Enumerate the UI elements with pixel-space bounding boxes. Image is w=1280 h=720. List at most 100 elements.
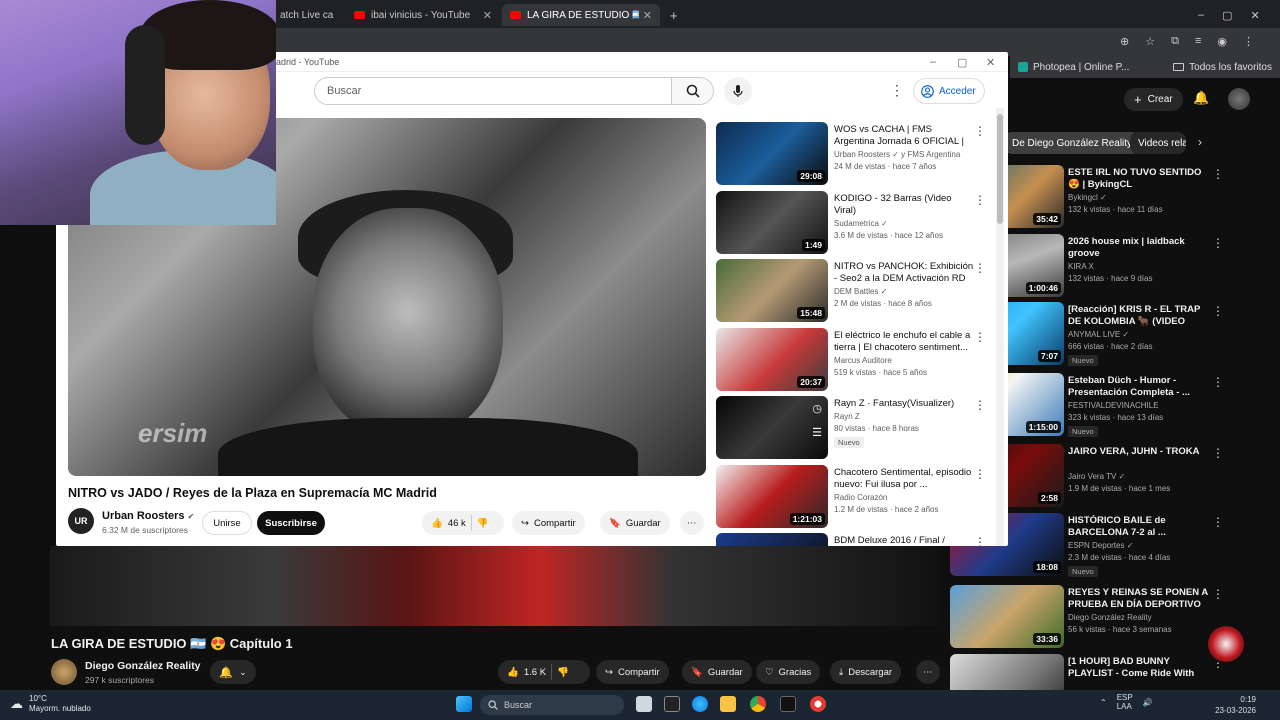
chevron-right-icon[interactable]: › [1198, 135, 1202, 149]
search-button[interactable] [672, 77, 714, 105]
task-view-icon[interactable] [636, 696, 652, 712]
more-options-icon[interactable]: ⋮ [1212, 587, 1224, 601]
more-actions-button[interactable]: ⋯ [680, 511, 704, 535]
share-button[interactable]: ↪ Compartir [512, 511, 585, 535]
file-explorer-icon[interactable] [720, 696, 736, 712]
new-badge: Nuevo [1068, 355, 1098, 366]
duration-badge: 1:15:00 [1025, 421, 1061, 433]
watch-later-icon[interactable]: ◷ [812, 402, 822, 415]
like-button[interactable]: 👍 1.6 K [507, 667, 546, 678]
more-options-icon[interactable]: ⋮ [974, 535, 986, 546]
sidebar-video[interactable]: 33:36 REYES Y REINAS SE PONEN A PRUEBA E… [950, 585, 1230, 649]
more-options-icon[interactable]: ⋮ [1212, 375, 1224, 389]
more-actions-button[interactable]: ⋯ [916, 660, 940, 684]
sidebar-video[interactable]: [1 HOUR] BAD BUNNY PLAYLIST - Come Ride … [950, 654, 1230, 690]
obs-icon[interactable] [810, 696, 826, 712]
browser-tab-1[interactable]: atch Live ca [272, 4, 346, 26]
app-icon[interactable] [664, 696, 680, 712]
recommended-video[interactable]: 1:21:03 Chacotero Sentimental, episodio … [716, 465, 986, 529]
main-video-player[interactable] [50, 546, 940, 626]
chevron-up-icon[interactable]: ⌃ [1100, 698, 1107, 707]
more-options-icon[interactable]: ⋮ [974, 261, 986, 275]
browser-tab-2[interactable]: ibai vinicius - YouTube ✕ [346, 4, 500, 26]
recommended-video[interactable]: 1:49 KODIGO - 32 Barras (Video Viral) Su… [716, 191, 986, 255]
weather-condition: Mayorm. nublado [29, 704, 91, 713]
add-to-queue-icon[interactable]: ☰ [812, 426, 822, 439]
recommended-video[interactable]: 20:37 El eléctrico le enchufo el cable a… [716, 328, 986, 392]
recommended-video[interactable]: BDM Deluxe 2016 / Final / ⋮ [716, 533, 986, 546]
channel-avatar[interactable]: UR [68, 508, 94, 534]
edge-icon[interactable] [692, 696, 708, 712]
more-options-icon[interactable]: ⋮ [974, 467, 986, 481]
close-tab-icon[interactable]: ✕ [643, 9, 652, 22]
more-options-icon[interactable]: ⋮ [1212, 446, 1224, 460]
subscribed-notifications-button[interactable]: 🔔 ⌄ [210, 660, 256, 684]
more-options-icon[interactable]: ⋮ [1212, 515, 1224, 529]
sign-in-button[interactable]: Acceder [913, 78, 985, 104]
share-button[interactable]: ↪ Compartir [596, 660, 669, 684]
main-channel-name[interactable]: Diego González Reality [85, 660, 201, 672]
all-bookmarks[interactable]: Todos los favoritos [1173, 62, 1272, 73]
more-options-icon[interactable]: ⋮ [1212, 304, 1224, 318]
language-indicator[interactable]: ESP LAA [1117, 693, 1133, 711]
more-options-icon[interactable]: ⋮ [974, 398, 986, 412]
save-button[interactable]: 🔖 Guardar [682, 660, 752, 684]
capcut-icon[interactable] [780, 696, 796, 712]
profile-icon[interactable]: ◉ [1217, 35, 1227, 48]
recommended-video[interactable]: ◷ ☰ Rayn Z · Fantasy(Visualizer) Rayn Z … [716, 396, 986, 460]
browser-menu-icon[interactable]: ⋮ [1243, 35, 1254, 48]
taskbar-search[interactable]: Buscar [480, 695, 624, 715]
bookmark-star-icon[interactable]: ☆ [1145, 35, 1155, 48]
chrome-icon[interactable] [750, 696, 766, 712]
more-options-icon[interactable]: ⋮ [974, 193, 986, 207]
close-tab-icon[interactable]: ✕ [483, 9, 492, 22]
volume-icon[interactable]: 🔊 [1143, 698, 1153, 707]
install-icon[interactable]: ⊕ [1120, 35, 1129, 48]
notifications-bell-icon[interactable]: 🔔 [1193, 90, 1209, 106]
settings-kebab-icon[interactable]: ⋮ [890, 82, 904, 99]
popup-close-icon[interactable]: ✕ [986, 56, 995, 69]
close-window-icon[interactable]: ✕ [1251, 9, 1260, 22]
search-input[interactable]: Buscar [314, 77, 672, 105]
video-title: NITRO vs PANCHOK: Exhibición - Seo2 a la… [834, 261, 974, 284]
like-button[interactable]: 👍 46 k [431, 518, 466, 529]
create-button[interactable]: + Crear [1124, 88, 1183, 111]
join-button[interactable]: Unirse [202, 511, 252, 535]
recommended-video[interactable]: 15:48 NITRO vs PANCHOK: Exhibición - Seo… [716, 259, 986, 323]
popup-minimize-icon[interactable]: – [930, 56, 936, 68]
chip-label: Videos rela [1138, 137, 1186, 149]
thumbs-down-icon[interactable]: 👎 [477, 518, 489, 529]
more-options-icon[interactable]: ⋮ [974, 124, 986, 138]
chip-related[interactable]: Videos rela [1130, 132, 1186, 154]
bookmark-photopea[interactable]: Photopea | Online P... [1033, 62, 1129, 73]
windows-start-icon[interactable] [456, 696, 472, 712]
user-avatar[interactable] [1228, 88, 1250, 110]
chip-from-channel[interactable]: De Diego González Reality [1004, 132, 1141, 154]
thanks-button[interactable]: ♡ Gracias [756, 660, 821, 684]
scrollbar-thumb[interactable] [997, 114, 1003, 224]
more-options-icon[interactable]: ⋮ [1212, 167, 1224, 181]
maximize-icon[interactable]: ▢ [1222, 9, 1232, 22]
recommended-video[interactable]: 29:08 WOS vs CACHA | FMS Argentina Jorna… [716, 122, 986, 186]
voice-search-button[interactable] [724, 77, 752, 105]
weather-widget[interactable]: ☁ 10°C Mayorm. nublado [10, 694, 91, 714]
channel-name[interactable]: Urban Roosters ✔ [102, 510, 194, 522]
channel-avatar[interactable] [51, 659, 77, 685]
extensions-icon[interactable]: ⧉ [1171, 35, 1179, 48]
duration-badge: 1:21:03 [789, 513, 825, 525]
video-title: HISTÓRICO BAILE de BARCELONA 7-2 al ... [1068, 515, 1166, 538]
minimize-icon[interactable]: – [1198, 9, 1204, 21]
more-options-icon[interactable]: ⋮ [974, 330, 986, 344]
subscribe-button[interactable]: Suscribirse [257, 511, 325, 535]
popup-maximize-icon[interactable]: ▢ [957, 56, 967, 69]
browser-tab-3-active[interactable]: LA GIRA DE ESTUDIO 🇦🇷 😍 Ca ✕ [502, 4, 660, 26]
more-options-icon[interactable]: ⋮ [1212, 236, 1224, 250]
tab-search-icon[interactable]: ≡ [1195, 35, 1201, 48]
download-button[interactable]: ⤓ Descargar [830, 660, 902, 684]
system-clock[interactable]: 0:19 23-03-2026 [1210, 694, 1256, 716]
new-tab-button[interactable]: + [662, 4, 686, 26]
save-button[interactable]: 🔖 Guardar [600, 511, 670, 535]
thumbs-down-icon[interactable]: 👎 [557, 667, 569, 678]
duration-badge: 35:42 [1033, 213, 1061, 225]
popup-scrollbar[interactable] [996, 108, 1004, 546]
